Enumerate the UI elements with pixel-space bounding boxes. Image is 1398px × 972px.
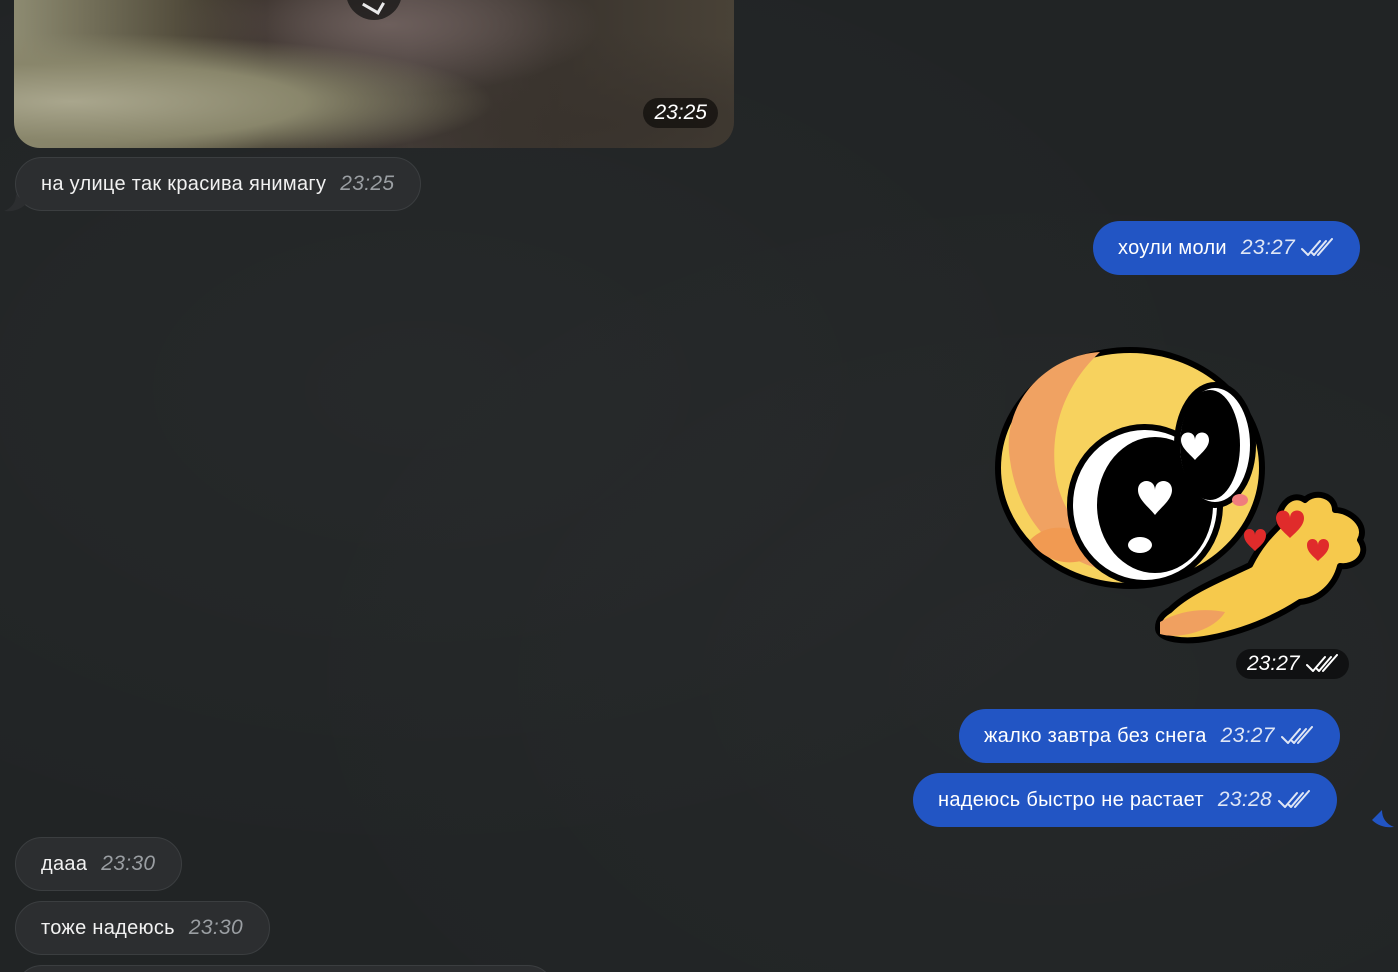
double-check-icon [1305,654,1338,674]
message-text: дааа [41,852,88,875]
cursed-emoji-heart-eyes-sticker [995,347,1367,644]
message-time: 23:27 [1220,724,1275,747]
outgoing-message[interactable]: хоули моли 23:27 [1093,221,1360,275]
incoming-message[interactable]: тоже надеюсь 23:30 [15,901,270,955]
message-time: 23:28 [1217,788,1272,811]
incoming-message[interactable]: на улице так красива янимагу 23:25 [15,157,422,211]
message-text: тоже надеюсь [41,916,175,939]
photo-message[interactable]: 23:25 [14,0,734,148]
message-text: жалко завтра без снега [984,724,1207,747]
sticker-time: 23:27 [1236,649,1349,679]
play-icon[interactable] [346,0,402,20]
message-time: 23:27 [1240,236,1295,259]
chat-messages-area[interactable]: 23:25 на улице так красива янимагу 23:25… [0,0,1398,972]
message-time: 23:25 [340,172,395,195]
outgoing-message[interactable]: надеюсь быстро не растает 23:28 [913,773,1337,827]
incoming-message-partial[interactable] [15,965,555,972]
sticker-message[interactable] [990,340,1370,650]
message-text: хоули моли [1118,236,1227,259]
message-time: 23:30 [188,916,243,939]
bubble-tail [1372,810,1394,828]
message-text: надеюсь быстро не растает [938,788,1204,811]
double-check-icon [1277,790,1310,810]
double-check-icon [1300,238,1333,258]
outgoing-message[interactable]: жалко завтра без снега 23:27 [959,709,1340,763]
message-time: 23:30 [101,852,156,875]
double-check-icon [1280,726,1313,746]
message-time: 23:25 [643,98,718,128]
message-text: на улице так красива янимагу [41,172,327,195]
incoming-message[interactable]: дааа 23:30 [15,837,183,891]
bubble-tail [4,194,26,212]
message-time-text: 23:25 [654,101,707,124]
message-time-text: 23:27 [1247,652,1300,675]
